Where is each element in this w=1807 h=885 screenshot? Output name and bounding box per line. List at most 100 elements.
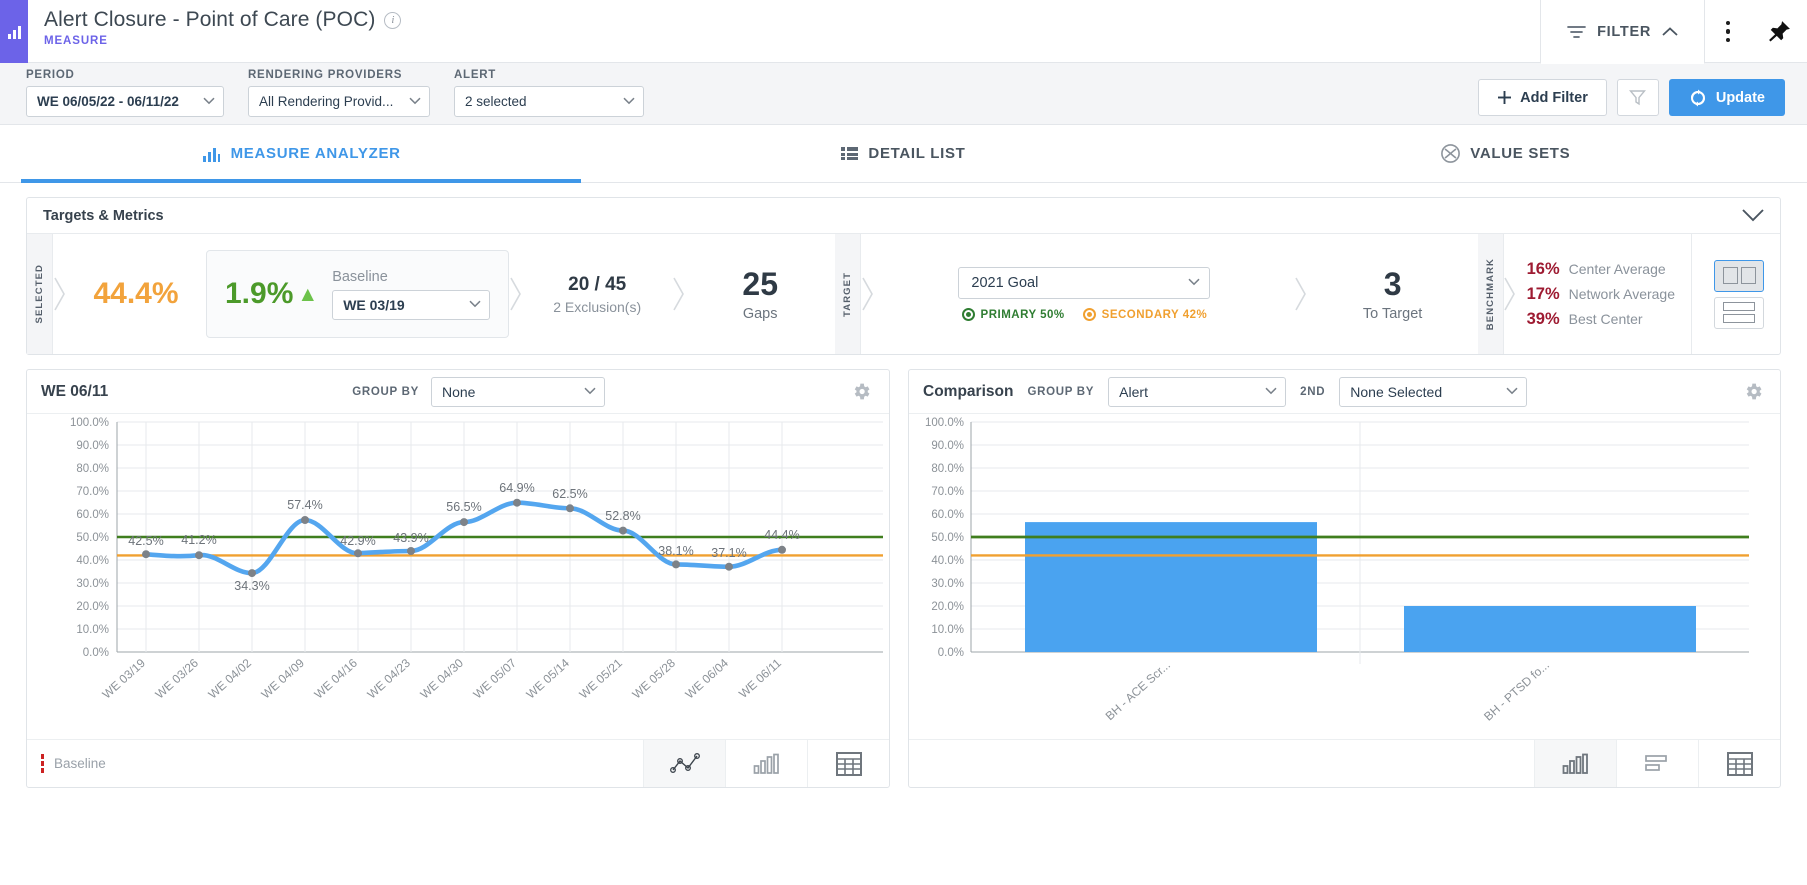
svg-text:BH - ACE Scr...: BH - ACE Scr...	[1103, 658, 1173, 723]
comparison-group-by-value: Alert	[1119, 383, 1148, 400]
trend-group-by-select[interactable]: None	[430, 376, 605, 407]
tab-measure-analyzer[interactable]: MEASURE ANALYZER	[0, 125, 602, 183]
svg-text:100.0%: 100.0%	[925, 417, 964, 429]
kebab-menu-icon[interactable]	[1705, 0, 1751, 63]
view-bar-chart-button[interactable]	[1534, 740, 1616, 787]
funnel-button[interactable]	[1616, 79, 1659, 116]
view-table-button[interactable]	[1698, 740, 1780, 787]
comparison-chart-card: Comparison GROUP BY Alert 2ND None Selec…	[908, 369, 1781, 788]
benchmark-pct: 16%	[1526, 259, 1560, 278]
targets-metrics-panel: Targets & Metrics SELECTED 44.4% 1.9% ▲ …	[26, 197, 1781, 355]
period-select[interactable]: WE 06/05/22 - 06/11/22	[26, 86, 224, 117]
section-divider	[861, 234, 874, 354]
tab-value-sets[interactable]: VALUE SETS	[1205, 125, 1807, 182]
comparison-second-select[interactable]: None Selected	[1339, 376, 1528, 407]
selected-section-tab: SELECTED	[27, 234, 53, 354]
info-icon[interactable]: i	[384, 11, 402, 29]
alert-field: ALERT 2 selected	[454, 69, 644, 117]
svg-text:30.0%: 30.0%	[931, 578, 964, 590]
benchmark-block: 16% Center Average 17% Network Average 3…	[1517, 234, 1675, 354]
comparison-group-by-select[interactable]: Alert	[1108, 376, 1287, 407]
tab-label: VALUE SETS	[1470, 145, 1571, 162]
pin-icon[interactable]	[1751, 0, 1807, 63]
svg-text:70.0%: 70.0%	[76, 486, 109, 498]
providers-field: RENDERING PROVIDERS All Rendering Provid…	[248, 69, 430, 117]
svg-text:WE 05/28: WE 05/28	[629, 656, 678, 702]
layout-toggle-group	[1691, 234, 1780, 354]
x-axis-labels: BH - ACE Scr... BH - PTSD fo...	[1103, 658, 1552, 724]
bar-ptsd-followup[interactable]	[1404, 606, 1696, 652]
bar-ace-screening[interactable]	[1025, 522, 1317, 652]
baseline-marker-icon	[41, 754, 44, 773]
value-sets-icon	[1441, 144, 1461, 163]
layout-columns-icon[interactable]	[1714, 259, 1764, 292]
selected-tab-label: SELECTED	[34, 264, 45, 324]
svg-text:WE 03/26: WE 03/26	[152, 656, 201, 702]
trend-chart-footer: Baseline	[27, 739, 889, 787]
goal-block: 2021 Goal PRIMARY 50% SECONDARY 42%	[874, 234, 1294, 354]
delta-value-group: 1.9% ▲	[225, 277, 318, 311]
comparison-chart-svg: 100.0% 90.0% 80.0% 70.0% 60.0% 50.0% 40.0% 30…	[925, 417, 1749, 724]
alert-select[interactable]: 2 selected	[454, 86, 644, 117]
view-table-button[interactable]	[807, 740, 889, 787]
chevron-down-icon	[469, 300, 481, 307]
svg-text:WE 05/14: WE 05/14	[523, 656, 572, 702]
baseline-value: WE 03/19	[343, 296, 405, 313]
svg-text:BH - PTSD fo...: BH - PTSD fo...	[1481, 658, 1552, 724]
view-horizontal-bar-button[interactable]	[1616, 740, 1698, 787]
svg-text:WE 03/19: WE 03/19	[99, 656, 148, 702]
svg-text:56.5%: 56.5%	[446, 500, 481, 514]
section-divider	[1295, 234, 1308, 354]
benchmark-section-tab: BENCHMARK	[1477, 234, 1504, 354]
add-filter-button[interactable]: Add Filter	[1478, 79, 1607, 116]
chevron-down-icon	[1188, 278, 1200, 286]
tab-detail-list[interactable]: DETAIL LIST	[602, 125, 1204, 182]
svg-text:WE 04/16: WE 04/16	[311, 656, 360, 702]
plus-icon	[1498, 91, 1512, 104]
filter-bar: PERIOD WE 06/05/22 - 06/11/22 RENDERING …	[0, 63, 1807, 125]
gaps-label: Gaps	[742, 306, 778, 322]
svg-text:42.9%: 42.9%	[340, 534, 375, 548]
chevron-down-icon[interactable]	[1742, 209, 1764, 222]
comparison-chart-plot[interactable]: 100.0% 90.0% 80.0% 70.0% 60.0% 50.0% 40.0% 30…	[909, 414, 1780, 739]
table-icon	[835, 751, 862, 776]
benchmark-label: Center Average	[1568, 260, 1666, 277]
providers-select[interactable]: All Rendering Provid...	[248, 86, 430, 117]
svg-text:80.0%: 80.0%	[931, 463, 964, 475]
goal-select[interactable]: 2021 Goal	[958, 267, 1211, 299]
section-divider	[672, 234, 685, 354]
selected-value-block: 44.4%	[66, 234, 206, 354]
comparison-chart-header: Comparison GROUP BY Alert 2ND None Selec…	[909, 370, 1780, 414]
benchmark-label: Best Center	[1568, 310, 1643, 327]
layout-rows-icon[interactable]	[1714, 296, 1764, 329]
target-tab-label: TARGET	[842, 271, 854, 317]
svg-text:WE 04/30: WE 04/30	[417, 656, 466, 702]
update-button[interactable]: Update	[1668, 79, 1785, 116]
svg-text:WE 05/07: WE 05/07	[470, 656, 519, 702]
trend-group-by-value: None	[441, 383, 476, 400]
chevron-down-icon	[1265, 387, 1277, 394]
baseline-select[interactable]: WE 03/19	[332, 289, 491, 320]
view-bar-chart-button[interactable]	[725, 740, 807, 787]
trend-chart-plot[interactable]: 100.0% 90.0% 80.0% 70.0% 60.0% 50.0% 40.0% 30…	[27, 414, 889, 739]
secondary-goal-label: SECONDARY 42%	[1101, 308, 1208, 321]
title-bar: Alert Closure - Point of Care (POC) i ME…	[0, 0, 1807, 64]
svg-text:41.2%: 41.2%	[181, 533, 216, 547]
svg-text:34.3%: 34.3%	[234, 579, 269, 593]
providers-value: All Rendering Provid...	[259, 94, 394, 109]
period-value: WE 06/05/22 - 06/11/22	[37, 94, 179, 109]
gear-icon[interactable]	[849, 379, 875, 405]
gear-icon[interactable]	[1740, 379, 1766, 405]
svg-text:10.0%: 10.0%	[76, 624, 109, 636]
chevron-up-icon	[1662, 26, 1678, 36]
target-dot-icon	[961, 308, 975, 321]
to-target-block: 3 To Target	[1308, 234, 1478, 354]
y-axis-labels: 100.0% 90.0% 80.0% 70.0% 60.0% 50.0% 40.0% 30…	[70, 417, 109, 659]
arrow-up-icon: ▲	[297, 282, 319, 306]
view-line-chart-button[interactable]	[643, 740, 725, 787]
filter-actions: Add Filter Update	[1478, 79, 1785, 116]
ratio-block: 20 / 45 2 Exclusion(s)	[522, 234, 672, 354]
providers-label: RENDERING PROVIDERS	[248, 69, 403, 81]
filter-tab[interactable]: FILTER	[1540, 0, 1705, 64]
section-divider	[1504, 234, 1517, 354]
